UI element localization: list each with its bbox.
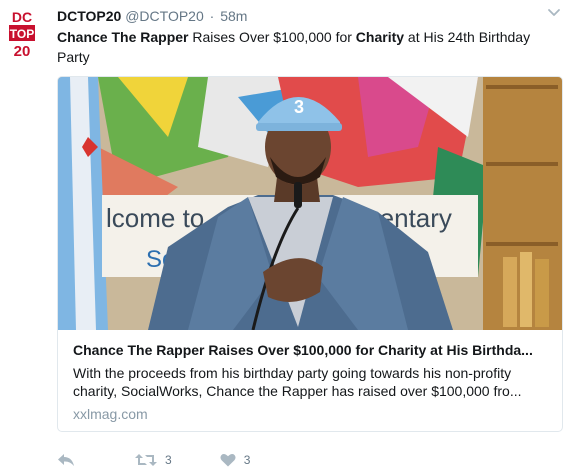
avatar-line-2: TOP	[10, 27, 34, 41]
like-button[interactable]: 3	[220, 453, 251, 467]
tweet-text-part-1: Raises Over $100,000 for	[188, 29, 356, 45]
user-handle[interactable]: @DCTOP20	[125, 8, 204, 24]
avatar-line-3: 20	[14, 43, 31, 60]
tweet-text-bold-1: Chance The Rapper	[57, 29, 189, 45]
card-image[interactable]: lcome to mentary Sc 3	[58, 77, 562, 330]
tweet-actions: 3 3	[57, 450, 250, 469]
retweet-button[interactable]: 3	[135, 453, 172, 467]
card-title[interactable]: Chance The Rapper Raises Over $100,000 f…	[73, 340, 553, 360]
tweet-header: DCTOP20 @DCTOP20 · 58m	[57, 7, 247, 25]
like-count: 3	[243, 453, 251, 467]
avatar-line-1: DC	[12, 9, 32, 25]
tweet-text: Chance The Rapper Raises Over $100,000 f…	[57, 27, 547, 67]
reply-icon	[57, 453, 75, 467]
chevron-down-icon[interactable]	[547, 6, 561, 20]
sign-text-left: lcome to	[106, 203, 204, 233]
card-body[interactable]: Chance The Rapper Raises Over $100,000 f…	[73, 340, 553, 424]
retweet-icon	[135, 453, 157, 467]
separator-dot: ·	[209, 8, 215, 24]
card-domain[interactable]: xxlmag.com	[73, 404, 553, 424]
heart-icon	[220, 453, 236, 467]
tweet-text-bold-2: Charity	[355, 29, 405, 45]
reply-button[interactable]	[57, 453, 77, 467]
display-name[interactable]: DCTOP20	[57, 8, 121, 24]
timestamp[interactable]: 58m	[220, 8, 247, 24]
link-card[interactable]: lcome to mentary Sc 3 Chance The Rapper …	[57, 76, 563, 432]
cap-number: 3	[294, 97, 304, 117]
retweet-count: 3	[165, 453, 172, 467]
avatar[interactable]: DC TOP 20	[7, 8, 37, 60]
card-description: With the proceeds from his birthday part…	[73, 365, 522, 399]
